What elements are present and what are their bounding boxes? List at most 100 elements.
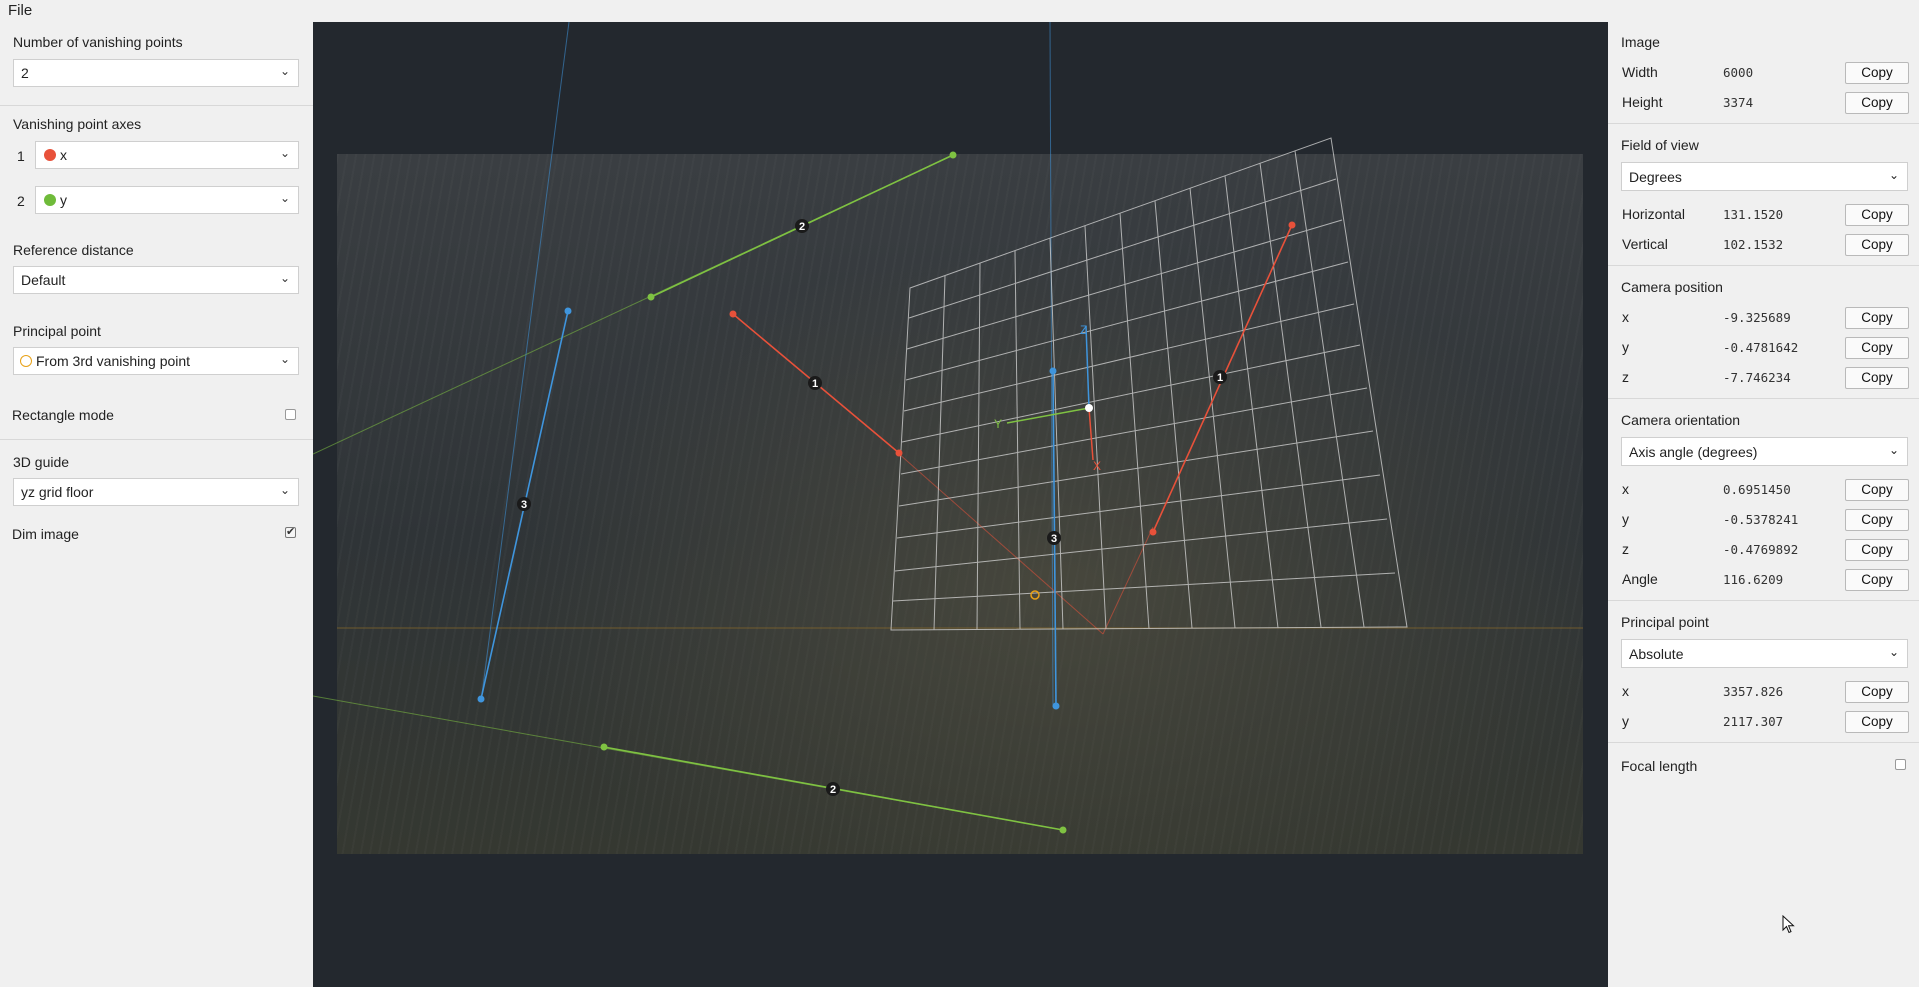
vp-axis-select-1[interactable]: x ⌄ xyxy=(35,141,299,169)
num-vp-select[interactable]: 2 ⌄ xyxy=(13,59,299,87)
vp3-line-label: 3 xyxy=(521,499,527,511)
vp1-handle[interactable] xyxy=(1149,528,1157,536)
width-value: 6000 xyxy=(1723,65,1754,80)
focal-length-label: Focal length xyxy=(1621,758,1698,774)
orient-z-value: -0.4769892 xyxy=(1723,542,1799,557)
orient-angle-value: 116.6209 xyxy=(1723,572,1784,587)
chevron-down-icon: ⌄ xyxy=(279,64,290,78)
vp1-line-label: 1 xyxy=(812,378,818,390)
dim-image-checkbox[interactable]: ✔ xyxy=(285,527,296,538)
dim-image-label: Dim image xyxy=(12,526,79,542)
origin-handle[interactable] xyxy=(1085,404,1093,412)
principal-point-marker[interactable] xyxy=(1030,590,1040,600)
z-axis-label: Z xyxy=(1080,323,1087,337)
orient-x-value: 0.6951450 xyxy=(1723,482,1791,497)
copy-width-button[interactable]: Copy xyxy=(1845,62,1909,84)
guide-value: yz grid floor xyxy=(21,484,94,500)
copy-pp-y-button[interactable]: Copy xyxy=(1845,711,1909,733)
file-menu[interactable]: File xyxy=(8,2,32,19)
vp-axis-value-1: x xyxy=(60,147,67,163)
rectangle-mode-checkbox[interactable] xyxy=(285,409,296,420)
copy-cam-pos-y-button[interactable]: Copy xyxy=(1845,337,1909,359)
fov-unit-value: Degrees xyxy=(1629,169,1682,185)
divider xyxy=(1608,398,1919,399)
copy-orient-x-button[interactable]: Copy xyxy=(1845,479,1909,501)
principal-point-select[interactable]: From 3rd vanishing point ⌄ xyxy=(13,347,299,375)
focal-length-checkbox[interactable] xyxy=(1895,759,1906,770)
copy-orient-angle-button[interactable]: Copy xyxy=(1845,569,1909,591)
x-axis-gizmo xyxy=(1088,407,1094,461)
vp3-handle[interactable] xyxy=(1052,702,1060,710)
copy-pp-x-button[interactable]: Copy xyxy=(1845,681,1909,703)
cam-pos-x-label: x xyxy=(1622,309,1629,325)
fov-label: Field of view xyxy=(1621,137,1699,153)
divider xyxy=(0,105,313,106)
vp3-handle[interactable] xyxy=(477,695,485,703)
left-panel: Number of vanishing points 2 ⌄ Vanishing… xyxy=(0,22,313,987)
vp-axis-index-2: 2 xyxy=(17,193,25,209)
divider xyxy=(1608,123,1919,124)
vp2-line-label: 2 xyxy=(799,221,805,233)
cam-pos-z-label: z xyxy=(1622,369,1629,385)
chevron-down-icon: ⌄ xyxy=(279,146,290,160)
vp2-handle[interactable] xyxy=(949,151,957,159)
blue-extension-line xyxy=(1049,22,1054,708)
pp-y-value: 2117.307 xyxy=(1723,714,1784,729)
vp3-handle[interactable] xyxy=(564,307,572,315)
vertical-label: Vertical xyxy=(1622,236,1668,252)
width-label: Width xyxy=(1622,64,1658,80)
canvas-view[interactable]: X Y Z 1 1 2 2 3 3 xyxy=(313,22,1608,987)
divider xyxy=(0,439,313,440)
copy-orient-y-button[interactable]: Copy xyxy=(1845,509,1909,531)
fov-unit-select[interactable]: Degrees ⌄ xyxy=(1621,162,1908,191)
guide-select[interactable]: yz grid floor ⌄ xyxy=(13,478,299,506)
copy-horizontal-button[interactable]: Copy xyxy=(1845,204,1909,226)
chevron-down-icon: ⌄ xyxy=(279,191,290,205)
vp3-handle[interactable] xyxy=(1049,367,1057,375)
y-axis-gizmo xyxy=(1006,407,1090,424)
rectangle-mode-label: Rectangle mode xyxy=(12,407,114,423)
red-dot-icon xyxy=(44,149,56,161)
num-vp-label: Number of vanishing points xyxy=(13,34,183,50)
pp-mode-select[interactable]: Absolute ⌄ xyxy=(1621,639,1908,668)
vp1-handle[interactable] xyxy=(1288,221,1296,229)
vp2-handle[interactable] xyxy=(1059,826,1067,834)
copy-vertical-button[interactable]: Copy xyxy=(1845,234,1909,256)
height-label: Height xyxy=(1622,94,1663,110)
divider xyxy=(1608,600,1919,601)
green-dot-icon xyxy=(44,194,56,206)
vp3-line-label: 3 xyxy=(1051,533,1057,545)
principal-point-label: Principal point xyxy=(13,323,101,339)
mouse-cursor-icon xyxy=(1782,915,1795,934)
grid-floor xyxy=(890,137,1408,631)
red-extension-line xyxy=(897,452,1104,635)
orientation-mode-select[interactable]: Axis angle (degrees) ⌄ xyxy=(1621,437,1908,466)
menu-bar: File xyxy=(0,0,1919,22)
height-value: 3374 xyxy=(1723,95,1754,110)
copy-height-button[interactable]: Copy xyxy=(1845,92,1909,114)
vp1-handle[interactable] xyxy=(729,310,737,318)
control-point-handles[interactable] xyxy=(477,151,1296,834)
vp-axis-value-2: y xyxy=(60,192,67,208)
cam-pos-y-label: y xyxy=(1622,339,1629,355)
orient-y-label: y xyxy=(1622,511,1629,527)
pp-section-label: Principal point xyxy=(1621,614,1709,630)
copy-cam-pos-x-button[interactable]: Copy xyxy=(1845,307,1909,329)
chevron-down-icon: ⌄ xyxy=(1888,645,1899,659)
orient-y-value: -0.5378241 xyxy=(1723,512,1799,527)
vp-axis-select-2[interactable]: y ⌄ xyxy=(35,186,299,214)
vp2-handle[interactable] xyxy=(600,743,608,751)
camera-position-label: Camera position xyxy=(1621,279,1723,295)
copy-cam-pos-z-button[interactable]: Copy xyxy=(1845,367,1909,389)
image-section-label: Image xyxy=(1621,34,1660,50)
vp2-handle[interactable] xyxy=(647,293,655,301)
horizontal-value: 131.1520 xyxy=(1723,207,1784,222)
vp-axes-label: Vanishing point axes xyxy=(13,116,142,132)
copy-orient-z-button[interactable]: Copy xyxy=(1845,539,1909,561)
vp1-handle[interactable] xyxy=(895,449,903,457)
ref-distance-select[interactable]: Default ⌄ xyxy=(13,266,299,294)
x-axis-label: X xyxy=(1093,459,1101,473)
ref-distance-value: Default xyxy=(21,272,66,288)
orient-angle-label: Angle xyxy=(1622,571,1658,587)
cam-pos-z-value: -7.746234 xyxy=(1723,370,1791,385)
